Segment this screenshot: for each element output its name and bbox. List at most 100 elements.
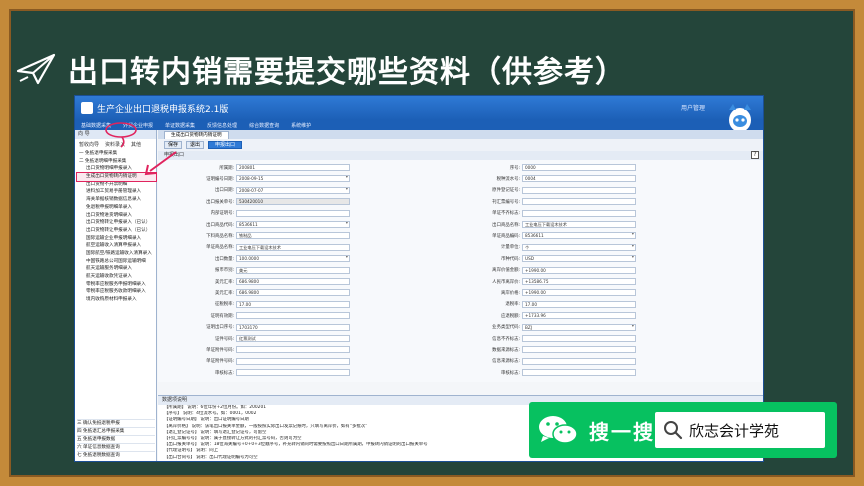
tree-group-item[interactable]: 四 免抵退汇总申报采集 <box>77 427 155 435</box>
field-input[interactable]: +13586.75 <box>522 278 636 285</box>
form-row: 审核标志: <box>172 369 350 377</box>
exit-button[interactable]: 退出 <box>186 141 205 149</box>
save-button[interactable]: 保存 <box>164 141 183 149</box>
tree-item[interactable]: 航空运输收入清算申报录入 <box>77 242 156 250</box>
field-input[interactable] <box>522 209 636 217</box>
user-manage-link[interactable]: 用户管理 <box>681 103 705 112</box>
tree-group-item[interactable]: 六 单证信息数据查询 <box>77 443 155 451</box>
field-input[interactable]: 686.9800 <box>236 278 350 285</box>
field-input[interactable]: 17.00 <box>236 300 350 308</box>
field-select[interactable]: USD <box>522 255 636 263</box>
field-label: 美元汇率: <box>214 290 234 296</box>
form-row: 征税税率: 17.00 <box>172 300 350 308</box>
field-select[interactable]: 2008-09-15 <box>236 175 350 183</box>
field-label: 出口商品名称: <box>492 222 520 228</box>
field-input[interactable] <box>236 312 350 320</box>
field-input[interactable]: 200801 <box>236 164 350 171</box>
tree-item[interactable]: 航天运输服务明细录入 <box>77 265 156 273</box>
tree-group-item[interactable]: 三 确认免抵退税申报 <box>77 419 155 427</box>
form-row: 出口商品代码: 8536611 <box>172 221 350 228</box>
field-select[interactable]: 个 <box>522 243 636 251</box>
field-select[interactable]: 8536611 <box>236 221 350 228</box>
tree-item[interactable]: 出口货物明细申报录入 <box>77 165 156 173</box>
field-input[interactable] <box>236 209 350 217</box>
tree-item[interactable]: 中国铁路总公司国际运输明细 <box>77 258 156 266</box>
form-row: 信息不齐标志: <box>458 335 636 342</box>
tab-export-to-domestic[interactable]: 生成出口货物转内销证明 <box>164 131 229 139</box>
field-label: 离岸价格: <box>500 290 520 296</box>
field-select[interactable]: 2008-07-07 <box>236 186 350 194</box>
field-input[interactable] <box>236 346 350 354</box>
field-input[interactable]: 工业电压下载设木技术 <box>236 243 350 251</box>
search-box[interactable]: 欣志会计学苑 <box>655 412 825 448</box>
field-input[interactable] <box>236 357 350 365</box>
tree-item[interactable]: 进料加工贸易手册管理录入 <box>77 188 156 196</box>
menu-system[interactable]: 系统维护 <box>291 122 311 129</box>
field-input[interactable]: 铁制品 <box>236 232 350 240</box>
field-select[interactable]: 8536611 <box>522 232 636 240</box>
nav-tab-guide[interactable]: 暂收向导 <box>77 141 101 148</box>
field-label: 征税税率: <box>214 302 234 308</box>
field-input[interactable]: 1703170 <box>236 323 350 331</box>
field-label: 单证附件号码: <box>206 347 234 353</box>
field-label: 单证商品编码: <box>492 233 520 239</box>
field-input[interactable]: 686.9800 <box>236 289 350 297</box>
field-label: 信息来源标志: <box>492 359 520 365</box>
help-icon[interactable]: ? <box>751 151 759 159</box>
tree-item[interactable]: 国际航空/铁路运输收入清算录入 <box>77 250 156 258</box>
tree-item[interactable]: 免退税申报明细单录入 <box>77 204 156 212</box>
field-input[interactable]: 530420010 <box>236 198 350 206</box>
nav-tab-data-entry[interactable]: 资料录入 <box>103 141 127 148</box>
field-input[interactable]: 工业电压下载设木技术 <box>522 221 636 228</box>
tree-item[interactable]: 国际运输企业申报明细录入 <box>77 235 156 243</box>
search-query: 欣志会计学苑 <box>689 421 780 440</box>
field-select[interactable]: 100.0000 <box>236 255 350 263</box>
tree-item[interactable]: 零税率应税服务收款明细录入 <box>77 288 156 296</box>
field-input[interactable] <box>522 186 636 194</box>
field-input[interactable] <box>522 346 636 354</box>
field-input[interactable] <box>522 335 636 342</box>
tree-item[interactable]: 航天运输收款凭证录入 <box>77 273 156 281</box>
field-label: 下料商品名称: <box>206 233 234 239</box>
tree-item[interactable]: 出口货物转让申报录入（已认） <box>77 227 156 235</box>
tree-item[interactable]: 一 免抵退申报采集 <box>77 150 156 158</box>
field-input[interactable]: 美元 <box>236 266 350 274</box>
form-row: 出口报关单号: 530420010 <box>172 198 350 206</box>
field-input[interactable]: +1990.00 <box>522 266 636 274</box>
nav-tab-other[interactable]: 其他 <box>129 141 143 148</box>
field-input[interactable]: +1733.96 <box>522 312 636 320</box>
menu-basic-data[interactable]: 基础数据采集 <box>81 122 111 129</box>
toolbar: 保存 退出 申报出口 <box>158 139 763 151</box>
field-select[interactable]: BZJ <box>522 323 636 331</box>
menu-document-data[interactable]: 单证数据采集 <box>165 122 195 129</box>
menu-query[interactable]: 综合数据查询 <box>249 122 279 129</box>
tree-group-item[interactable]: 七 免抵退税数据查询 <box>77 451 155 459</box>
field-label: 离岸价值金额: <box>492 268 520 274</box>
tree-group-item[interactable]: 五 免抵退申报数据 <box>77 435 155 443</box>
field-input[interactable]: +1990.00 <box>522 289 636 297</box>
field-input[interactable] <box>522 198 636 206</box>
field-input[interactable]: 0000 <box>522 164 636 171</box>
menu-feedback[interactable]: 反馈信息处理 <box>207 122 237 129</box>
tree-item[interactable]: 出口货物转让申报录入（已认） <box>77 219 156 227</box>
tree-item[interactable]: 出口货物不开票明细 <box>77 181 156 189</box>
field-input[interactable]: 红票测试 <box>236 335 350 342</box>
field-input[interactable] <box>236 369 350 377</box>
tree-item-selected[interactable]: 生成出口货物转内销证明 <box>76 172 157 182</box>
tree-item[interactable]: 海关单据核销数据信息录入 <box>77 196 156 204</box>
form-row: 证明有效期: <box>172 312 350 320</box>
field-input[interactable]: 17.00 <box>522 300 636 308</box>
declare-export-button[interactable]: 申报出口 <box>208 141 243 149</box>
field-input[interactable] <box>522 369 636 377</box>
tree-item[interactable]: 二 免抵退明细申报采集 <box>77 158 156 166</box>
field-input[interactable] <box>522 357 636 365</box>
declaration-form: 所属期:200801证明编号日期:2008-09-15出口日期:2008-07-… <box>158 160 763 382</box>
tree-item[interactable]: 出口货物进货明细录入 <box>77 212 156 220</box>
field-input[interactable]: 0004 <box>522 175 636 183</box>
menu-foreign-trade[interactable]: 外贸企业申报 <box>123 122 153 129</box>
tree-item[interactable]: 零税率应税服务申报明细录入 <box>77 281 156 289</box>
field-label: 人民币离岸价: <box>492 279 520 285</box>
wechat-search-banner: 搜一搜 欣志会计学苑 <box>529 402 837 458</box>
tree-item[interactable]: 境内收购原材料申报录入 <box>77 296 156 304</box>
field-label: 退税率: <box>505 302 520 308</box>
